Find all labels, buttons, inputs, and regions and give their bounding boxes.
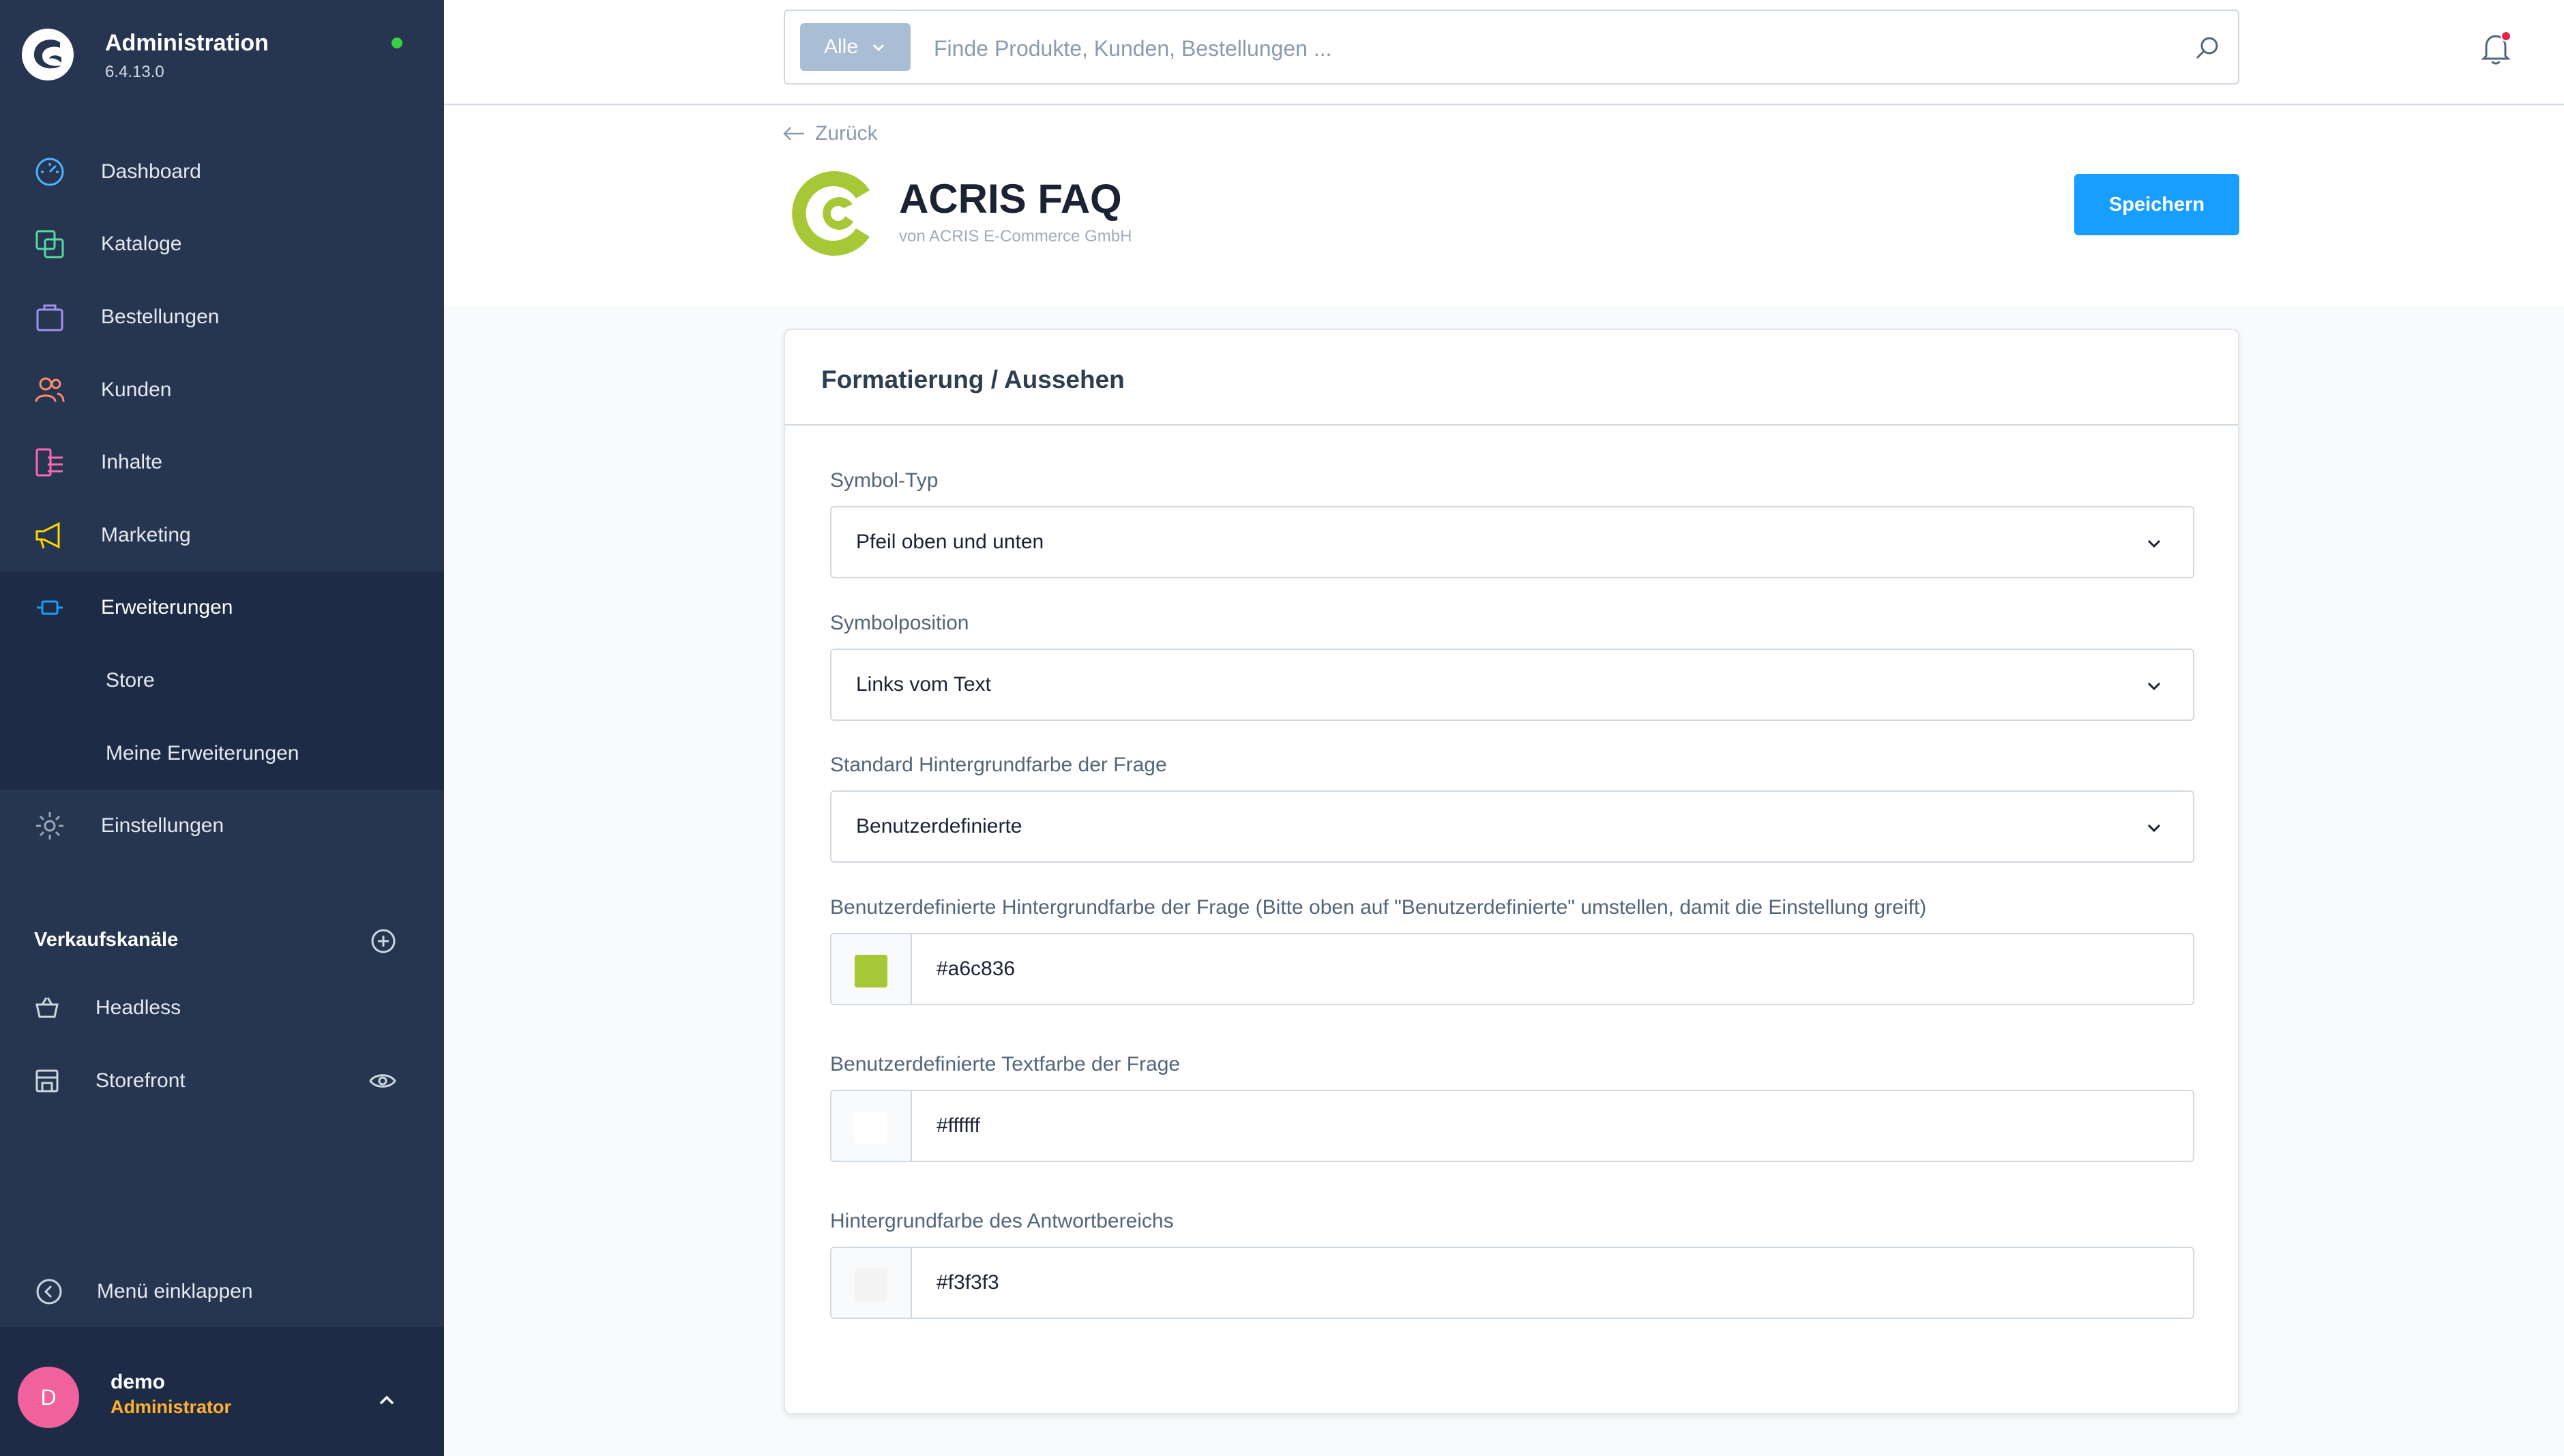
nav-item-kunden[interactable]: Kunden bbox=[0, 354, 444, 426]
color-swatch bbox=[855, 1112, 887, 1144]
user-role: Administrator bbox=[110, 1397, 232, 1417]
nav-label: Inhalte bbox=[101, 451, 163, 473]
sales-channel-storefront[interactable]: Storefront bbox=[0, 1047, 444, 1115]
sub-nav-label: Meine Erweiterungen bbox=[106, 742, 299, 764]
chevron-down-icon bbox=[2147, 539, 2161, 548]
chevron-down-icon bbox=[2147, 824, 2161, 833]
search-icon[interactable] bbox=[2193, 34, 2222, 63]
acris-logo-icon bbox=[792, 171, 870, 256]
collapse-icon bbox=[36, 1279, 62, 1305]
sidebar: Administration 6.4.13.0 Dashboard Katalo… bbox=[0, 0, 444, 1456]
plugin-title: ACRIS FAQ bbox=[899, 176, 1122, 222]
content-icon bbox=[33, 445, 67, 479]
field-label-answer-bg: Hintergrundfarbe des Antwortbereichs bbox=[830, 1210, 1174, 1232]
color-swatch-button[interactable] bbox=[831, 1091, 912, 1161]
nav-item-dashboard[interactable]: Dashboard bbox=[0, 136, 444, 208]
field-label-symbol-position: Symbolposition bbox=[830, 612, 969, 634]
shopware-logo-icon[interactable] bbox=[20, 27, 75, 82]
orders-icon bbox=[33, 300, 67, 334]
card-title: Formatierung / Aussehen bbox=[821, 366, 1125, 393]
symbol-type-select[interactable]: Pfeil oben und unten bbox=[830, 506, 2194, 578]
nav-label: Bestellungen bbox=[101, 306, 220, 328]
nav-label: Dashboard bbox=[101, 160, 201, 183]
answer-bg-colorpicker[interactable]: #f3f3f3 bbox=[830, 1247, 2194, 1319]
color-value: #ffffff bbox=[937, 1114, 980, 1137]
color-swatch bbox=[855, 1268, 887, 1301]
color-value: #a6c836 bbox=[937, 957, 1016, 980]
nav-label: Kataloge bbox=[101, 233, 182, 255]
select-value: Pfeil oben und unten bbox=[856, 531, 1044, 553]
back-link[interactable]: Zurück bbox=[782, 122, 878, 145]
collapse-menu-button[interactable]: Menü einklappen bbox=[0, 1259, 444, 1324]
nav-label: Erweiterungen bbox=[101, 596, 233, 619]
page-header: Zurück ACRIS FAQ von ACRIS E-Commerce Gm… bbox=[444, 106, 2564, 306]
sidebar-header: Administration 6.4.13.0 bbox=[0, 0, 444, 116]
arrow-left-icon bbox=[783, 127, 804, 140]
field-label-custom-question-bg: Benutzerdefinierte Hintergrundfarbe der … bbox=[830, 896, 1927, 919]
settings-icon bbox=[33, 809, 67, 843]
nav-item-kataloge[interactable]: Kataloge bbox=[0, 208, 444, 280]
channel-label: Headless bbox=[95, 996, 181, 1019]
catalog-icon bbox=[33, 227, 67, 261]
avatar: D bbox=[18, 1367, 79, 1428]
plugin-vendor: von ACRIS E-Commerce GmbH bbox=[899, 227, 1132, 246]
symbol-position-select[interactable]: Links vom Text bbox=[830, 649, 2194, 721]
basket-icon bbox=[31, 992, 63, 1024]
color-swatch bbox=[855, 955, 887, 987]
user-name: demo bbox=[110, 1371, 166, 1393]
user-menu[interactable]: D demo Administrator bbox=[0, 1327, 444, 1456]
app-version: 6.4.13.0 bbox=[105, 63, 164, 81]
color-swatch-button[interactable] bbox=[831, 1248, 912, 1318]
custom-question-bg-colorpicker[interactable]: #a6c836 bbox=[830, 933, 2194, 1005]
sales-channels-heading: Verkaufskanäle bbox=[34, 929, 179, 951]
field-label-question-bg: Standard Hintergrundfarbe der Frage bbox=[830, 754, 1167, 776]
sub-nav-item-meine-erweiterungen[interactable]: Meine Erweiterungen bbox=[0, 717, 444, 790]
search-type-select[interactable]: Alle bbox=[800, 23, 911, 71]
chevron-down-icon bbox=[2147, 682, 2161, 691]
online-status-dot bbox=[392, 38, 402, 48]
top-bar: Alle bbox=[444, 0, 2564, 105]
settings-card: Formatierung / Aussehen Symbol-Typ Pfeil… bbox=[784, 329, 2239, 1414]
back-label: Zurück bbox=[815, 122, 878, 145]
nav-item-erweiterungen[interactable]: Erweiterungen bbox=[0, 571, 444, 644]
nav-item-bestellungen[interactable]: Bestellungen bbox=[0, 281, 444, 353]
question-text-colorpicker[interactable]: #ffffff bbox=[830, 1090, 2194, 1162]
marketing-icon bbox=[33, 518, 67, 552]
search-type-label: Alle bbox=[823, 35, 859, 58]
dashboard-icon bbox=[33, 155, 67, 189]
nav-label: Einstellungen bbox=[101, 814, 224, 837]
nav-item-inhalte[interactable]: Inhalte bbox=[0, 426, 444, 499]
notification-bell-icon[interactable] bbox=[2477, 29, 2515, 67]
channel-label: Storefront bbox=[95, 1069, 186, 1092]
nav-label: Marketing bbox=[101, 524, 191, 546]
add-sales-channel-icon[interactable] bbox=[370, 927, 397, 955]
select-value: Benutzerdefinierte bbox=[856, 815, 1022, 837]
nav-item-marketing[interactable]: Marketing bbox=[0, 499, 444, 571]
sub-nav-item-store[interactable]: Store bbox=[0, 644, 444, 717]
question-bg-select[interactable]: Benutzerdefinierte bbox=[830, 790, 2194, 863]
select-value: Links vom Text bbox=[856, 673, 991, 696]
app-title: Administration bbox=[105, 30, 269, 56]
customers-icon bbox=[33, 373, 67, 407]
field-label-symbol-type: Symbol-Typ bbox=[830, 469, 939, 492]
search-input[interactable] bbox=[934, 30, 2134, 67]
color-value: #f3f3f3 bbox=[937, 1271, 999, 1294]
sub-nav-label: Store bbox=[106, 669, 155, 692]
color-swatch-button[interactable] bbox=[831, 934, 912, 1004]
nav-label: Kunden bbox=[101, 378, 172, 401]
storefront-icon bbox=[31, 1065, 63, 1097]
global-search: Alle bbox=[784, 10, 2239, 85]
eye-icon[interactable] bbox=[368, 1067, 397, 1095]
collapse-label: Menü einklappen bbox=[97, 1280, 253, 1303]
card-divider bbox=[785, 424, 2238, 426]
save-button[interactable]: Speichern bbox=[2074, 174, 2239, 235]
nav-item-einstellungen[interactable]: Einstellungen bbox=[0, 790, 444, 862]
chevron-down-icon bbox=[872, 44, 885, 52]
extensions-icon bbox=[33, 591, 67, 625]
sales-channel-headless[interactable]: Headless bbox=[0, 974, 444, 1042]
field-label-question-text-color: Benutzerdefinierte Textfarbe der Frage bbox=[830, 1053, 1181, 1075]
chevron-up-icon[interactable] bbox=[375, 1388, 398, 1412]
